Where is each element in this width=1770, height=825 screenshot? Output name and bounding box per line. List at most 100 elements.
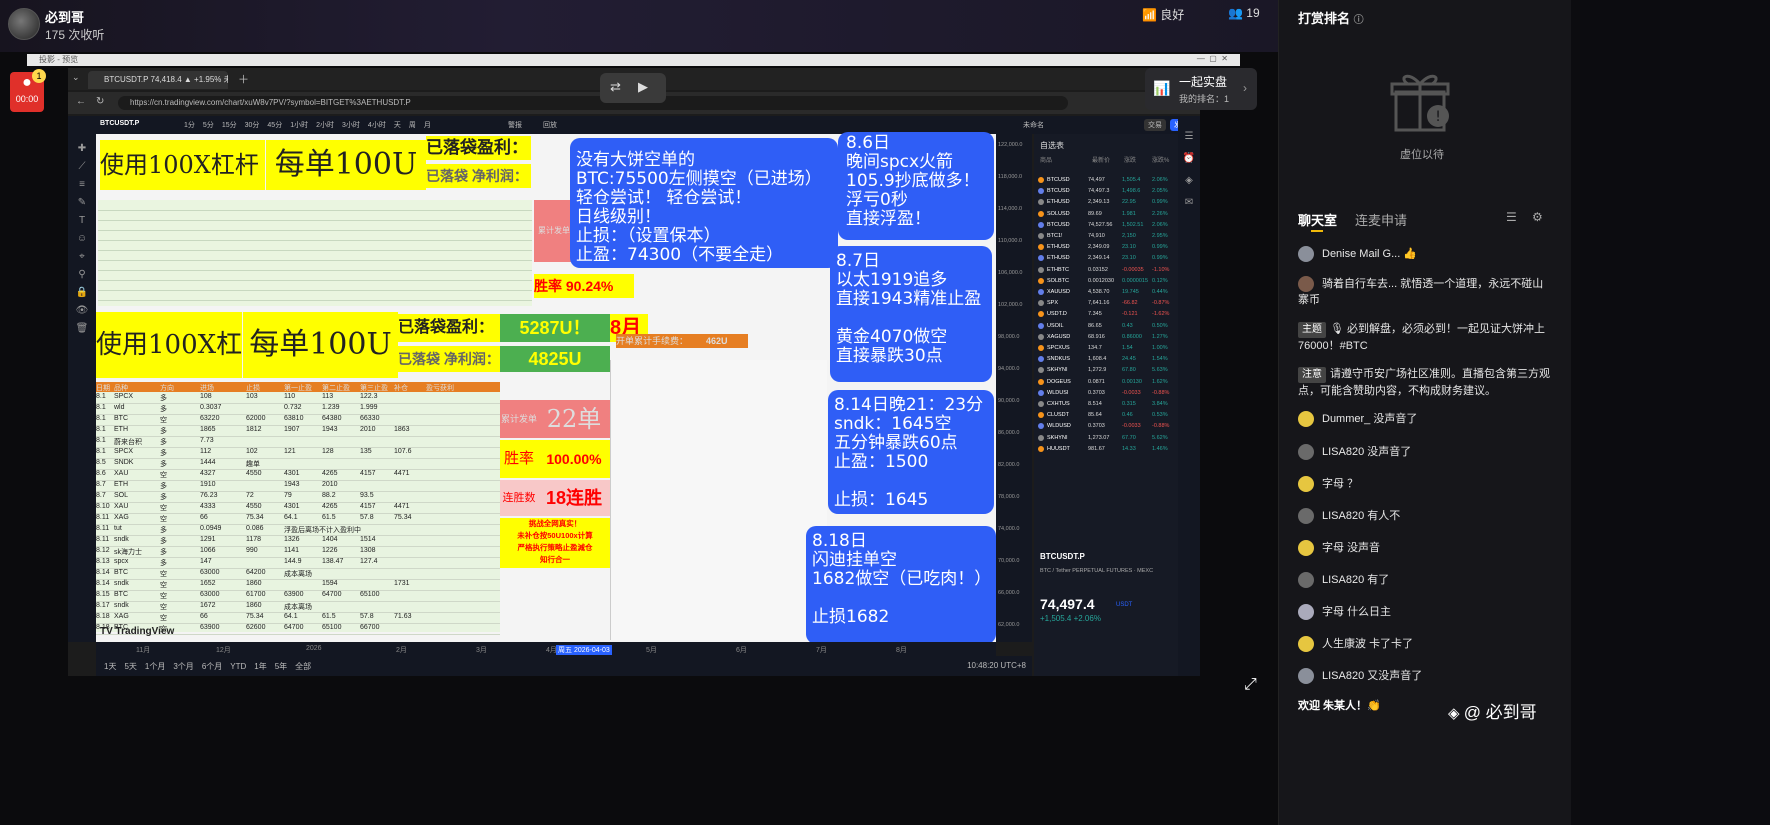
window-controls[interactable]: — ▢ ✕ bbox=[1197, 54, 1228, 63]
interval-button[interactable]: 3小时 bbox=[342, 122, 360, 129]
tab-list-icon[interactable]: ⌄ bbox=[72, 72, 80, 83]
browser-tab[interactable]: BTCUSDT.P 74,418.4 ▲ +1.95% 未… bbox=[88, 71, 228, 89]
watchlist-row[interactable]: XAUUSD 4,538.70 19.745 0.44% bbox=[1034, 287, 1178, 298]
trade-button[interactable]: 交易 bbox=[1144, 119, 1166, 131]
interval-button[interactable]: 4小时 bbox=[368, 122, 386, 129]
screen-controls[interactable]: ⇄ ▶ bbox=[600, 73, 666, 103]
range-button[interactable]: 1天 bbox=[104, 662, 116, 671]
reload-icon[interactable]: ↻ bbox=[96, 96, 104, 107]
host-name[interactable]: 必到哥 bbox=[45, 7, 84, 26]
watchlist-row[interactable]: USDT.D 7.345 -0.121 -1.62% bbox=[1034, 309, 1178, 320]
chat-avatar[interactable] bbox=[1298, 444, 1314, 461]
range-button[interactable]: 1年 bbox=[254, 662, 266, 671]
watchlist-row[interactable]: ETHUSD 2,349.14 23.10 0.99% bbox=[1034, 253, 1178, 264]
watchlist-row[interactable]: ETHUSD 2,349.13 22.95 0.99% bbox=[1034, 197, 1178, 208]
fullscreen-icon[interactable]: ⤢ bbox=[1244, 676, 1257, 694]
range-button[interactable]: 3个月 bbox=[173, 662, 193, 671]
symbol-search[interactable]: BTCUSDT.P bbox=[100, 120, 139, 127]
chat-avatar[interactable] bbox=[1298, 668, 1314, 685]
detail-symbol[interactable]: BTCUSDT.P bbox=[1040, 552, 1085, 561]
range-button[interactable]: 6个月 bbox=[202, 662, 222, 671]
chat-user[interactable]: 骑着自行车去... bbox=[1322, 278, 1400, 290]
alert-button[interactable]: 警报 bbox=[508, 120, 522, 130]
watchlist-row[interactable]: CXHTUS 8.514 0.315 3.84% bbox=[1034, 399, 1178, 410]
chat-avatar[interactable] bbox=[1298, 476, 1314, 493]
host-avatar[interactable] bbox=[8, 8, 40, 40]
interval-button[interactable]: 5分 bbox=[203, 122, 214, 129]
watchlist-row[interactable]: SPX 7,641.16 -66.82 -0.87% bbox=[1034, 298, 1178, 309]
info-icon[interactable]: ⓘ bbox=[1354, 15, 1364, 26]
watchlist-row[interactable]: WLDUSI 0.3703 -0.0033 -0.88% bbox=[1034, 388, 1178, 399]
watchlist-row[interactable]: BTCUSD 74,497 1,505.4 2.06% bbox=[1034, 175, 1178, 186]
chat-user[interactable]: LISA820 bbox=[1322, 574, 1367, 586]
chat-avatar[interactable] bbox=[1298, 508, 1314, 525]
interval-button[interactable]: 2小时 bbox=[316, 122, 334, 129]
watchlist-row[interactable]: BTCUSD 74,497.3 1,498.6 2.05% bbox=[1034, 186, 1178, 197]
chat-user[interactable]: LISA820 bbox=[1322, 510, 1367, 522]
tab-link-mic[interactable]: 连麦申请 bbox=[1355, 210, 1407, 229]
watchlist-row[interactable]: ETHUSD 2,349.09 23.10 0.99% bbox=[1034, 242, 1178, 253]
interval-button[interactable]: 15分 bbox=[222, 122, 237, 129]
watchlist-row[interactable]: SKHYNI 1,273.07 67.70 5.62% bbox=[1034, 433, 1178, 444]
interval-button[interactable]: 1小时 bbox=[290, 122, 308, 129]
interval-button[interactable]: 月 bbox=[424, 122, 431, 129]
range-button[interactable]: YTD bbox=[230, 662, 246, 671]
chat-user[interactable]: LISA820 bbox=[1322, 670, 1367, 682]
range-button[interactable]: 1个月 bbox=[145, 662, 165, 671]
watchlist-title[interactable]: 自选表 bbox=[1034, 134, 1178, 153]
range-button[interactable]: 5天 bbox=[124, 662, 136, 671]
tab-chat[interactable]: 聊天室 bbox=[1298, 210, 1337, 229]
list-icon[interactable]: ☰ bbox=[1506, 210, 1517, 224]
chat-user[interactable]: 字母 bbox=[1322, 606, 1347, 618]
watchlist-row[interactable]: SNDKUS 1,608.4 24.45 1.54% bbox=[1034, 354, 1178, 365]
watchlist-row[interactable]: SOLUSD 89.69 1.981 2.26% bbox=[1034, 209, 1178, 220]
back-icon[interactable]: ← bbox=[76, 96, 86, 107]
watchlist-row[interactable]: USOIL 86.65 0.43 0.50% bbox=[1034, 321, 1178, 332]
interval-button[interactable]: 45分 bbox=[267, 122, 282, 129]
switch-screen-icon[interactable]: ⇄ bbox=[610, 79, 621, 95]
watchlist-row[interactable]: CLUSDT 85.64 0.46 0.53% bbox=[1034, 410, 1178, 421]
chat-user[interactable]: Denise Mail G... bbox=[1322, 248, 1403, 260]
watchlist-row[interactable]: HUUSDT 981.67 14.33 1.46% bbox=[1034, 444, 1178, 455]
chat-user[interactable]: LISA820 bbox=[1322, 446, 1367, 458]
range-button[interactable]: 5年 bbox=[275, 662, 287, 671]
watchlist-row[interactable]: SPCXUS 134.7 1.54 1.00% bbox=[1034, 343, 1178, 354]
time-axis[interactable]: 11月 12月 2026 2月 3月 4月 周五 2026-04-03 5月 6月 7月 8月 bbox=[96, 642, 996, 656]
chat-avatar[interactable] bbox=[1298, 572, 1314, 589]
price-axis[interactable]: 122,000.0 118,000.0 114,000.0 110,000.0 106,… bbox=[996, 134, 1032, 642]
settings-icon[interactable]: ⚙ bbox=[1532, 210, 1543, 224]
chat-avatar[interactable] bbox=[1298, 540, 1314, 557]
chat-avatar[interactable] bbox=[1298, 636, 1314, 653]
chat-avatar[interactable] bbox=[1298, 276, 1314, 293]
right-widget-bar[interactable]: ☰ ⏰ ◈ ✉ bbox=[1178, 116, 1200, 676]
watchlist-row[interactable]: ETHBTC 0.03152 -0.00035 -1.10% bbox=[1034, 265, 1178, 276]
live-trade-card[interactable]: 📊 一起实盘 我的排名：1 › bbox=[1145, 68, 1257, 110]
drawing-tool-icons[interactable]: ✚ ⟋ ≡ ✎ T ☺ ⌖ ⚲ 🔒 👁 🗑 bbox=[68, 134, 96, 338]
url-bar[interactable]: https://cn.tradingview.com/chart/xuW8v7P… bbox=[118, 96, 1068, 110]
chat-user[interactable]: Dummer_ bbox=[1322, 413, 1373, 425]
chat-avatar[interactable] bbox=[1298, 604, 1314, 621]
watchlist-row[interactable]: SKHYNI 1,272.9 67.80 5.63% bbox=[1034, 365, 1178, 376]
chat-avatar[interactable] bbox=[1298, 411, 1314, 428]
chat-user[interactable]: 人生康波 bbox=[1322, 638, 1369, 650]
watchlist-row[interactable]: SOLBTC 0.0012030 0.0000015 0.12% bbox=[1034, 276, 1178, 287]
chat-user[interactable]: 字母 bbox=[1322, 542, 1347, 554]
widget-icons[interactable]: ☰ ⏰ ◈ ✉ bbox=[1178, 116, 1200, 214]
interval-button[interactable]: 天 bbox=[394, 122, 401, 129]
watchlist-row[interactable]: BTCUSD 74,527.56 1,502.51 2.06% bbox=[1034, 220, 1178, 231]
interval-button[interactable]: 1分 bbox=[184, 122, 195, 129]
chat-user[interactable]: 字母 bbox=[1322, 478, 1347, 490]
layout-name[interactable]: 未命名 bbox=[1023, 120, 1044, 130]
watchlist-row[interactable]: BTC1! 74,910 2,150 2.95% bbox=[1034, 231, 1178, 242]
play-screen-icon[interactable]: ▶ bbox=[638, 79, 648, 95]
range-button[interactable]: 全部 bbox=[295, 662, 311, 671]
interval-button[interactable]: 周 bbox=[409, 122, 416, 129]
new-tab-icon[interactable]: ＋ bbox=[238, 71, 249, 87]
chat-avatar[interactable] bbox=[1298, 246, 1314, 263]
watchlist-row[interactable]: DOGEUS 0.0871 0.00130 1.62% bbox=[1034, 377, 1178, 388]
replay-button[interactable]: 回放 bbox=[543, 120, 557, 130]
watchlist-row[interactable]: WLDUSD 0.3703 -0.0033 -0.88% bbox=[1034, 421, 1178, 432]
watchlist-row[interactable]: XAGUSD 68.916 0.86000 1.27% bbox=[1034, 332, 1178, 343]
interval-button[interactable]: 30分 bbox=[245, 122, 260, 129]
drawing-toolbar[interactable]: ✚ ⟋ ≡ ✎ T ☺ ⌖ ⚲ 🔒 👁 🗑 bbox=[68, 134, 96, 642]
